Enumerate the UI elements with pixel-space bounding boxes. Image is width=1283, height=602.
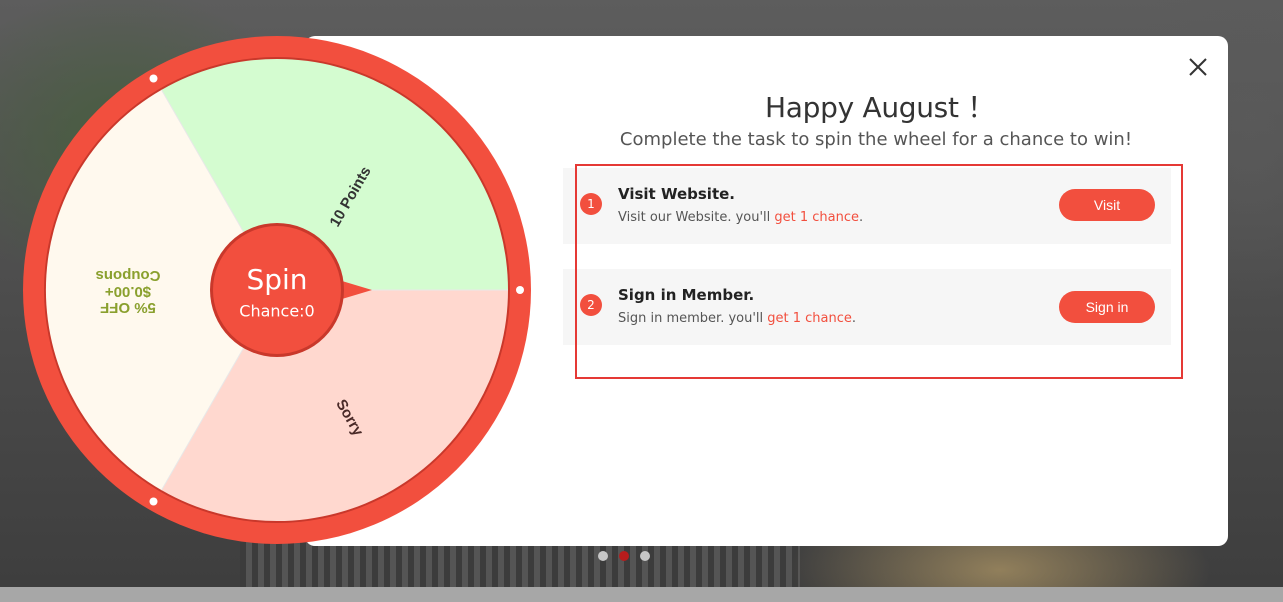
segment-label-coupon-line2: $0.00+: [105, 283, 152, 300]
spin-label: Spin: [246, 263, 307, 296]
prize-wheel: 10 Points Sorry 5% OFF $0.00+ Coupons Sp…: [22, 35, 532, 545]
carousel-dot[interactable]: [640, 551, 650, 561]
rim-dot: [149, 74, 158, 83]
rim-dot: [516, 286, 524, 294]
modal-subtitle: Complete the task to spin the wheel for …: [619, 129, 1133, 150]
chance-count: Chance:0: [239, 302, 314, 321]
close-icon: [1189, 58, 1207, 76]
segment-label-coupon-line1: 5% OFF: [100, 299, 156, 316]
rim-dot: [149, 497, 158, 506]
bottom-bar: [0, 587, 1283, 602]
close-button[interactable]: [1186, 55, 1210, 79]
task-highlight-box: [575, 164, 1183, 379]
modal-title: Happy August ！: [765, 91, 995, 124]
segment-label-coupon-line3: Coupons: [96, 267, 161, 284]
carousel-dot-active[interactable]: [619, 551, 629, 561]
carousel-dot[interactable]: [598, 551, 608, 561]
